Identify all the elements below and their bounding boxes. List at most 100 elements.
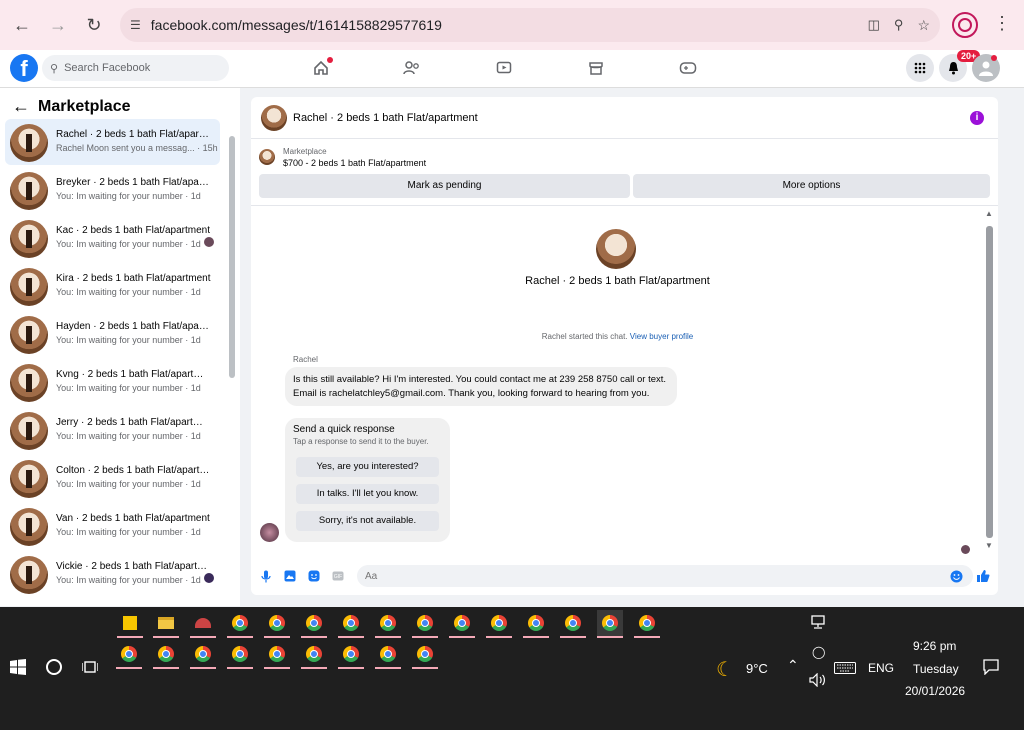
- input-language[interactable]: ENG: [868, 661, 894, 675]
- conversation-item[interactable]: Vickie · 2 beds 1 bath Flat/apartment Yo…: [5, 551, 220, 597]
- friends-icon[interactable]: [402, 58, 422, 78]
- notifications-center-icon[interactable]: [983, 659, 999, 680]
- emoji-icon[interactable]: [949, 569, 963, 583]
- chrome-icon[interactable]: [116, 641, 142, 669]
- chrome-icon[interactable]: [375, 610, 401, 638]
- gif-icon[interactable]: GIF: [331, 569, 345, 583]
- install-app-icon[interactable]: ◫: [868, 17, 880, 33]
- gaming-icon[interactable]: [678, 58, 698, 78]
- conversation-item[interactable]: Kac · 2 beds 1 bath Flat/apartment You: …: [5, 215, 220, 261]
- back-arrow-icon[interactable]: ←: [6, 9, 38, 41]
- back-arrow-icon[interactable]: ←: [12, 96, 30, 117]
- chrome-icon[interactable]: [227, 610, 253, 638]
- quick-response-option[interactable]: Sorry, it's not available.: [296, 511, 439, 531]
- chrome-icon[interactable]: [190, 641, 216, 669]
- clock-day[interactable]: Tuesday: [913, 662, 959, 676]
- scroll-down-icon[interactable]: ▼: [985, 541, 993, 550]
- file-explorer-icon[interactable]: [153, 610, 179, 638]
- sticker-icon[interactable]: [307, 569, 321, 583]
- windows-start-icon[interactable]: [10, 659, 26, 680]
- clock-date[interactable]: 20/01/2026: [905, 684, 965, 698]
- volume-icon[interactable]: [809, 672, 827, 692]
- microphone-icon[interactable]: [259, 569, 273, 583]
- message-bubble: Is this still available? Hi I'm interest…: [285, 367, 677, 406]
- view-buyer-profile-link[interactable]: View buyer profile: [630, 332, 693, 341]
- chat-scrollbar[interactable]: ▲ ▼: [984, 209, 994, 550]
- forward-arrow-icon[interactable]: →: [42, 9, 74, 41]
- show-hidden-icons-chevron-icon[interactable]: ⌃: [787, 657, 799, 674]
- chrome-icon[interactable]: [560, 610, 586, 638]
- sticky-notes-icon[interactable]: [117, 610, 143, 638]
- search-circle-icon[interactable]: [46, 659, 62, 675]
- chrome-icon[interactable]: [449, 610, 475, 638]
- search-input[interactable]: Search Facebook: [64, 62, 150, 74]
- mark-as-pending-button[interactable]: Mark as pending: [259, 174, 630, 198]
- url-text[interactable]: facebook.com/messages/t/1614158829577619: [151, 17, 442, 33]
- conversation-item[interactable]: Colton · 2 beds 1 bath Flat/apartment Yo…: [5, 455, 220, 501]
- photo-icon[interactable]: [283, 569, 297, 583]
- chrome-icon[interactable]: [597, 610, 623, 638]
- account-avatar[interactable]: [972, 54, 1000, 82]
- conversation-item[interactable]: Breyker · 2 beds 1 bath Flat/apartment Y…: [5, 167, 220, 213]
- quick-response-option[interactable]: Yes, are you interested?: [296, 457, 439, 477]
- sender-avatar[interactable]: [260, 523, 279, 542]
- facebook-search[interactable]: ⚲ Search Facebook: [42, 55, 229, 81]
- weather-moon-icon[interactable]: ☾: [716, 657, 734, 682]
- zoom-icon[interactable]: ⚲: [894, 17, 904, 33]
- chrome-icon[interactable]: [338, 641, 364, 669]
- marketplace-sidebar: ← Marketplace Rachel · 2 beds 1 bath Fla…: [0, 88, 240, 606]
- keyboard-icon[interactable]: [834, 661, 856, 679]
- chrome-icon[interactable]: [153, 641, 179, 669]
- scrollbar-thumb[interactable]: [986, 226, 993, 538]
- listing-thumbnail[interactable]: [261, 105, 287, 131]
- address-bar[interactable]: ☰ facebook.com/messages/t/16141588295776…: [120, 8, 940, 42]
- facebook-logo-icon[interactable]: f: [10, 54, 38, 82]
- conversation-item[interactable]: Van · 2 beds 1 bath Flat/apartment You: …: [5, 503, 220, 549]
- info-icon[interactable]: i: [970, 111, 984, 125]
- bookmark-star-icon[interactable]: ☆: [917, 17, 930, 34]
- menu-grid-icon[interactable]: [906, 54, 934, 82]
- listing-price[interactable]: $700 - 2 beds 1 bath Flat/apartment: [283, 158, 426, 168]
- chrome-icon[interactable]: [412, 641, 438, 669]
- marketplace-icon[interactable]: [586, 58, 606, 78]
- conversation-preview: You: Im waiting for your number · 1d: [56, 431, 201, 441]
- chrome-icon[interactable]: [301, 610, 327, 638]
- chrome-icon[interactable]: [264, 641, 290, 669]
- chat-title[interactable]: Rachel · 2 beds 1 bath Flat/apartment: [293, 112, 478, 124]
- chrome-icon[interactable]: [227, 641, 253, 669]
- thumbs-up-icon[interactable]: [976, 569, 990, 583]
- home-icon[interactable]: [311, 57, 333, 78]
- conversation-item[interactable]: Kvng · 2 beds 1 bath Flat/apartment You:…: [5, 359, 220, 405]
- listing-thumbnail: [10, 364, 48, 402]
- camera-icon[interactable]: ◯: [812, 645, 825, 659]
- quick-response-option[interactable]: In talks. I'll let you know.: [296, 484, 439, 504]
- more-options-button[interactable]: More options: [633, 174, 990, 198]
- reload-icon[interactable]: ↻: [78, 9, 110, 41]
- message-input[interactable]: [357, 565, 973, 587]
- network-icon[interactable]: [810, 615, 826, 634]
- video-icon[interactable]: [494, 58, 514, 78]
- weather-temperature[interactable]: 9°C: [746, 661, 768, 676]
- conversation-name: Van · 2 beds 1 bath Flat/apartment: [56, 513, 210, 524]
- conversation-item[interactable]: Jerry · 2 beds 1 bath Flat/apartment You…: [5, 407, 220, 453]
- sidebar-scrollbar[interactable]: [228, 124, 236, 600]
- conversation-item[interactable]: Hayden · 2 beds 1 bath Flat/apartment Yo…: [5, 311, 220, 357]
- chrome-icon[interactable]: [412, 610, 438, 638]
- chrome-icon[interactable]: [634, 610, 660, 638]
- chrome-icon[interactable]: [301, 641, 327, 669]
- conversation-item[interactable]: Rachel · 2 beds 1 bath Flat/apartment Ra…: [5, 119, 220, 165]
- clock-time[interactable]: 9:26 pm: [913, 639, 956, 653]
- scroll-up-icon[interactable]: ▲: [985, 209, 993, 218]
- chrome-icon[interactable]: [486, 610, 512, 638]
- scrollbar-thumb[interactable]: [229, 136, 235, 378]
- chrome-icon[interactable]: [338, 610, 364, 638]
- chrome-icon[interactable]: [523, 610, 549, 638]
- chrome-icon[interactable]: [375, 641, 401, 669]
- browser-profile-icon[interactable]: [952, 12, 978, 38]
- site-settings-icon[interactable]: ☰: [130, 18, 141, 32]
- browser-menu-icon[interactable]: ⋮: [993, 13, 1011, 34]
- task-view-icon[interactable]: [81, 659, 99, 680]
- conversation-item[interactable]: Kira · 2 beds 1 bath Flat/apartment You:…: [5, 263, 220, 309]
- chrome-icon[interactable]: [264, 610, 290, 638]
- app-icon[interactable]: [190, 610, 216, 638]
